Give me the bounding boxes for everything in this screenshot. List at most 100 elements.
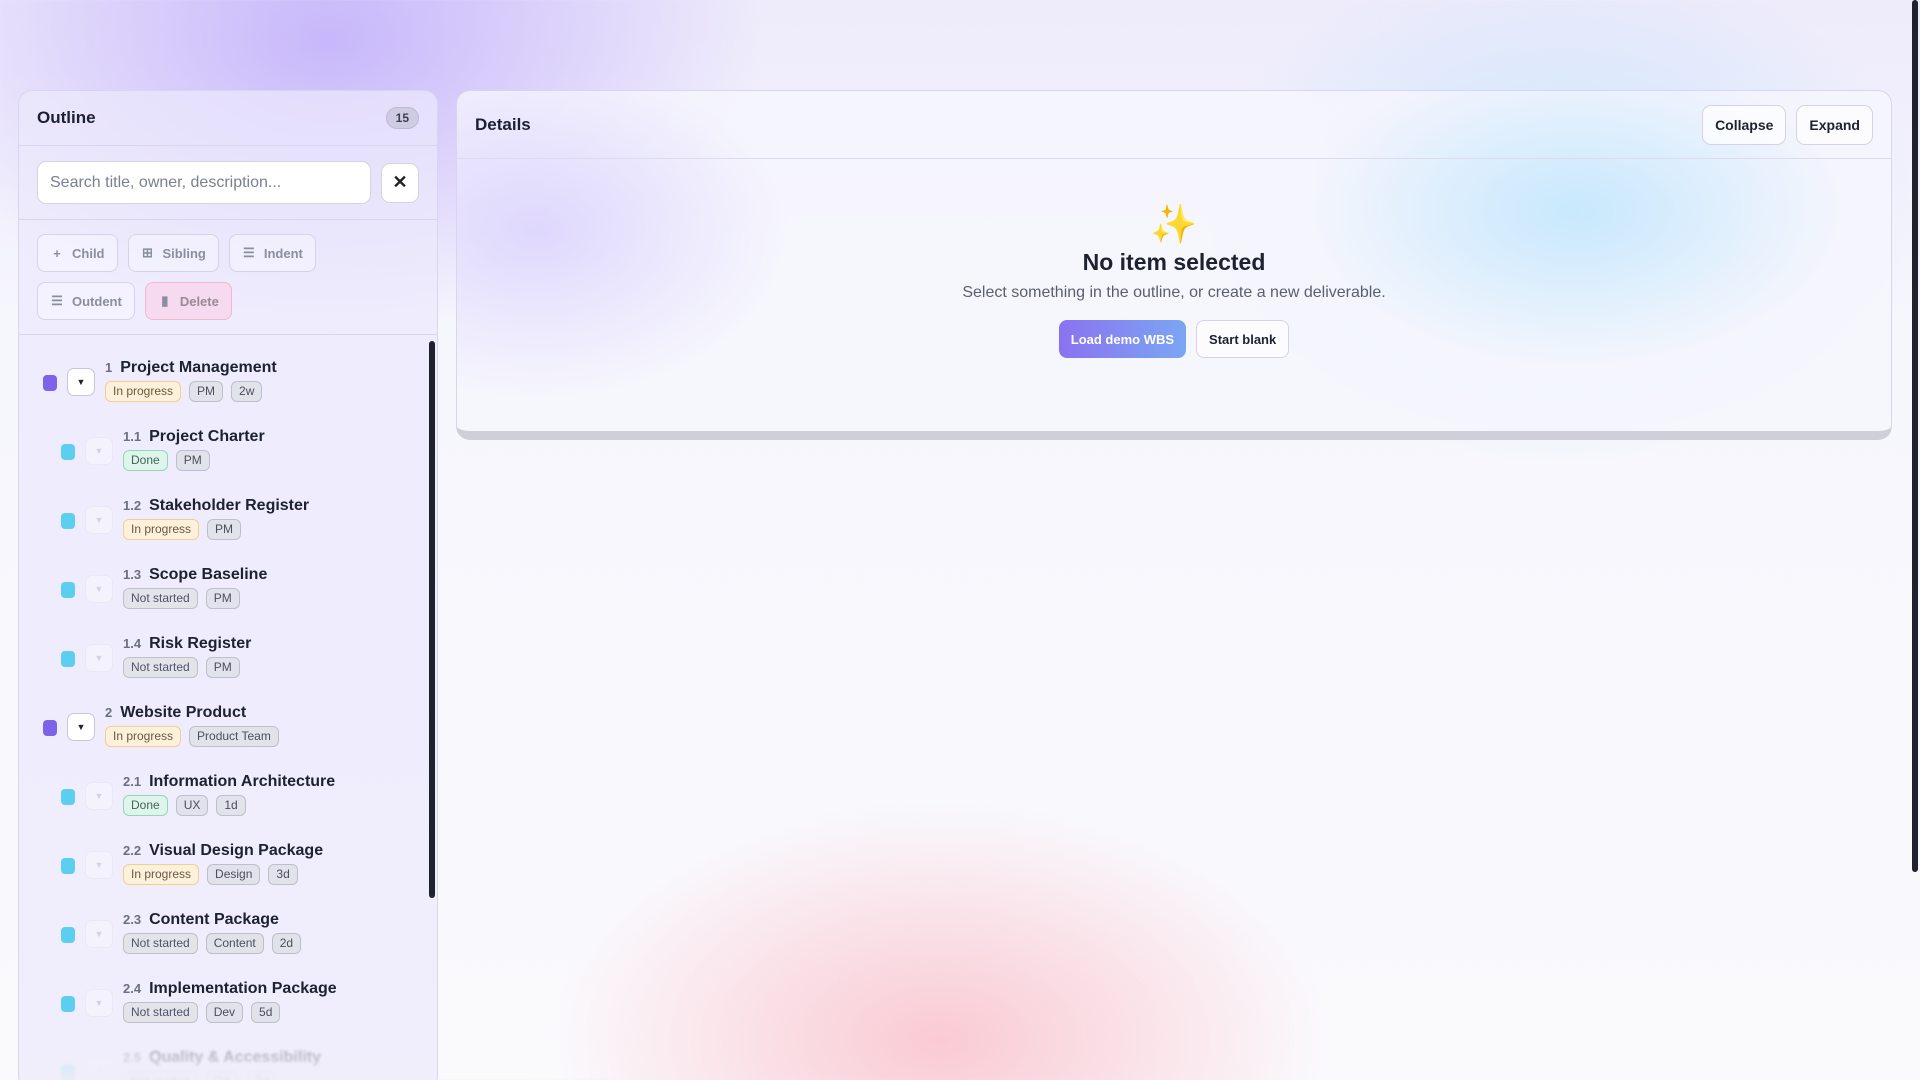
status-badge: In progress: [123, 864, 200, 885]
chevron-down-icon: ▼: [94, 860, 104, 870]
node-number: 2.5: [123, 1050, 142, 1065]
node-heading: 1.3 Scope Baseline: [123, 566, 267, 584]
indent-label: Indent: [263, 245, 303, 261]
node-number: 1: [105, 360, 113, 375]
load-demo-wbs-button[interactable]: Load demo WBS: [1058, 320, 1187, 358]
status-badge: Done: [123, 795, 168, 816]
tree-row[interactable]: ▼ 2.2 Visual Design Package In progress Desi…: [19, 830, 437, 899]
outline-header: Outline 15: [19, 91, 437, 146]
node-color-dot: [43, 375, 57, 391]
item-count-badge: 15: [385, 107, 419, 129]
tree-row[interactable]: ▼ 2.5 Quality & Accessibility Not started QA…: [19, 1037, 437, 1080]
empty-state-actions: Load demo WBS Start blank: [1058, 320, 1290, 358]
node-tags: In progress Design 3d: [123, 864, 323, 885]
trash-icon: ▮: [161, 293, 169, 308]
expand-button[interactable]: Expand: [1796, 104, 1873, 145]
expand-toggle-button[interactable]: ▼: [67, 713, 95, 741]
tree-row[interactable]: ▼ 1.4 Risk Register Not started PM: [19, 623, 437, 692]
expand-toggle-button[interactable]: ▼: [85, 989, 113, 1017]
add-child-label: Child: [72, 245, 105, 261]
node-tags: Not started QA 2d: [123, 1071, 321, 1080]
node-number: 1.2: [123, 498, 142, 513]
node-color-dot: [61, 513, 75, 529]
expand-toggle-button[interactable]: ▼: [85, 782, 113, 810]
node-tags: In progress PM 2w: [105, 381, 277, 402]
add-child-button[interactable]: + Child: [37, 234, 118, 272]
sparkles-icon: ✨: [1150, 204, 1198, 246]
expand-toggle-button[interactable]: ▼: [85, 506, 113, 534]
tree-row[interactable]: ▼ 1.2 Stakeholder Register In progress PM: [19, 485, 437, 554]
tree-row[interactable]: ▼ 1 Project Management In progress PM 2w: [19, 347, 437, 416]
expand-toggle-button[interactable]: ▼: [85, 644, 113, 672]
meta-tag: 2d: [271, 933, 302, 954]
meta-tag: 2w: [231, 381, 263, 402]
expand-toggle-button[interactable]: ▼: [67, 368, 95, 396]
node-tags: In progress Product Team: [105, 726, 279, 747]
node-title: Visual Design Package: [149, 842, 324, 859]
outdent-button[interactable]: ☰ Outdent: [37, 282, 135, 320]
node-color-dot: [61, 1065, 75, 1080]
tree-row[interactable]: ▼ 1.1 Project Charter Done PM: [19, 416, 437, 485]
tree-row[interactable]: ▼ 1.3 Scope Baseline Not started PM: [19, 554, 437, 623]
expand-toggle-button[interactable]: ▼: [85, 575, 113, 603]
search-input[interactable]: [37, 161, 371, 204]
chevron-down-icon: ▼: [94, 446, 104, 456]
chevron-down-icon: ▼: [94, 1067, 104, 1077]
status-badge: Not started: [123, 933, 198, 954]
node-color-dot: [61, 858, 75, 874]
outdent-icon: ☰: [51, 293, 63, 308]
node-tags: Done UX 1d: [123, 795, 335, 816]
node-tags: Not started PM: [123, 657, 251, 678]
details-actions: Collapse Expand: [1702, 104, 1873, 145]
outline-title: Outline: [37, 108, 96, 127]
collapse-button[interactable]: Collapse: [1702, 104, 1787, 145]
clear-search-button[interactable]: ✕: [381, 162, 419, 203]
meta-tag: 2d: [247, 1071, 277, 1080]
meta-tag: UX: [175, 795, 209, 816]
chevron-down-icon: ▼: [94, 929, 104, 939]
details-header: Details Collapse Expand: [457, 91, 1891, 159]
add-sibling-button[interactable]: ⊞ Sibling: [127, 234, 219, 272]
outline-tree: ▼ 1 Project Management In progress PM 2w ▼ 1.1 P…: [19, 335, 437, 1080]
node-title: Information Architecture: [149, 773, 336, 790]
status-badge: Not started: [123, 588, 198, 609]
status-badge: Not started: [123, 657, 198, 678]
status-badge: Not started: [123, 1002, 198, 1023]
tree-row[interactable]: ▼ 2.4 Implementation Package Not started Dev…: [19, 968, 437, 1037]
node-color-dot: [61, 444, 75, 460]
tree-row[interactable]: ▼ 2 Website Product In progress Product Team: [19, 692, 437, 761]
node-heading: 1.1 Project Charter: [123, 428, 265, 446]
indent-button[interactable]: ☰ Indent: [228, 234, 316, 272]
node-heading: 2.2 Visual Design Package: [123, 842, 323, 860]
node-text: 2.3 Content Package Not started Content 2d: [123, 911, 302, 954]
expand-toggle-button[interactable]: ▼: [85, 851, 113, 879]
tree-row[interactable]: ▼ 2.3 Content Package Not started Content 2d: [19, 899, 437, 968]
expand-toggle-button[interactable]: ▼: [85, 1058, 113, 1080]
expand-toggle-button[interactable]: ▼: [85, 437, 113, 465]
node-color-dot: [43, 720, 57, 736]
tree-row[interactable]: ▼ 2.1 Information Architecture Done UX 1d: [19, 761, 437, 830]
node-heading: 2.1 Information Architecture: [123, 773, 335, 791]
node-title: Project Management: [120, 359, 277, 376]
status-badge: Done: [123, 450, 168, 471]
expand-toggle-button[interactable]: ▼: [85, 920, 113, 948]
empty-state: ✨ No item selected Select something in t…: [457, 159, 1891, 358]
status-badge: In progress: [105, 381, 182, 402]
empty-state-subtitle: Select something in the outline, or crea…: [962, 284, 1386, 301]
node-text: 2.1 Information Architecture Done UX 1d: [123, 773, 335, 816]
start-blank-button[interactable]: Start blank: [1196, 320, 1290, 358]
meta-tag: 1d: [216, 795, 246, 816]
page-scrollbar[interactable]: [1912, 0, 1918, 872]
node-text: 2 Website Product In progress Product Team: [105, 704, 279, 747]
chevron-down-icon: ▼: [94, 584, 104, 594]
meta-tag: 5d: [251, 1002, 281, 1023]
node-tags: In progress PM: [123, 519, 309, 540]
details-panel: Details Collapse Expand ✨ No item select…: [456, 90, 1892, 440]
node-title: Implementation Package: [149, 980, 337, 997]
chevron-down-icon: ▼: [94, 998, 104, 1008]
node-color-dot: [61, 651, 75, 667]
chevron-down-icon: ▼: [76, 377, 86, 387]
delete-button[interactable]: ▮ Delete: [144, 282, 232, 320]
node-number: 2: [105, 705, 113, 720]
outline-panel: Outline 15 ✕ + Child ⊞ Sibling ☰ Indent …: [18, 90, 438, 1080]
